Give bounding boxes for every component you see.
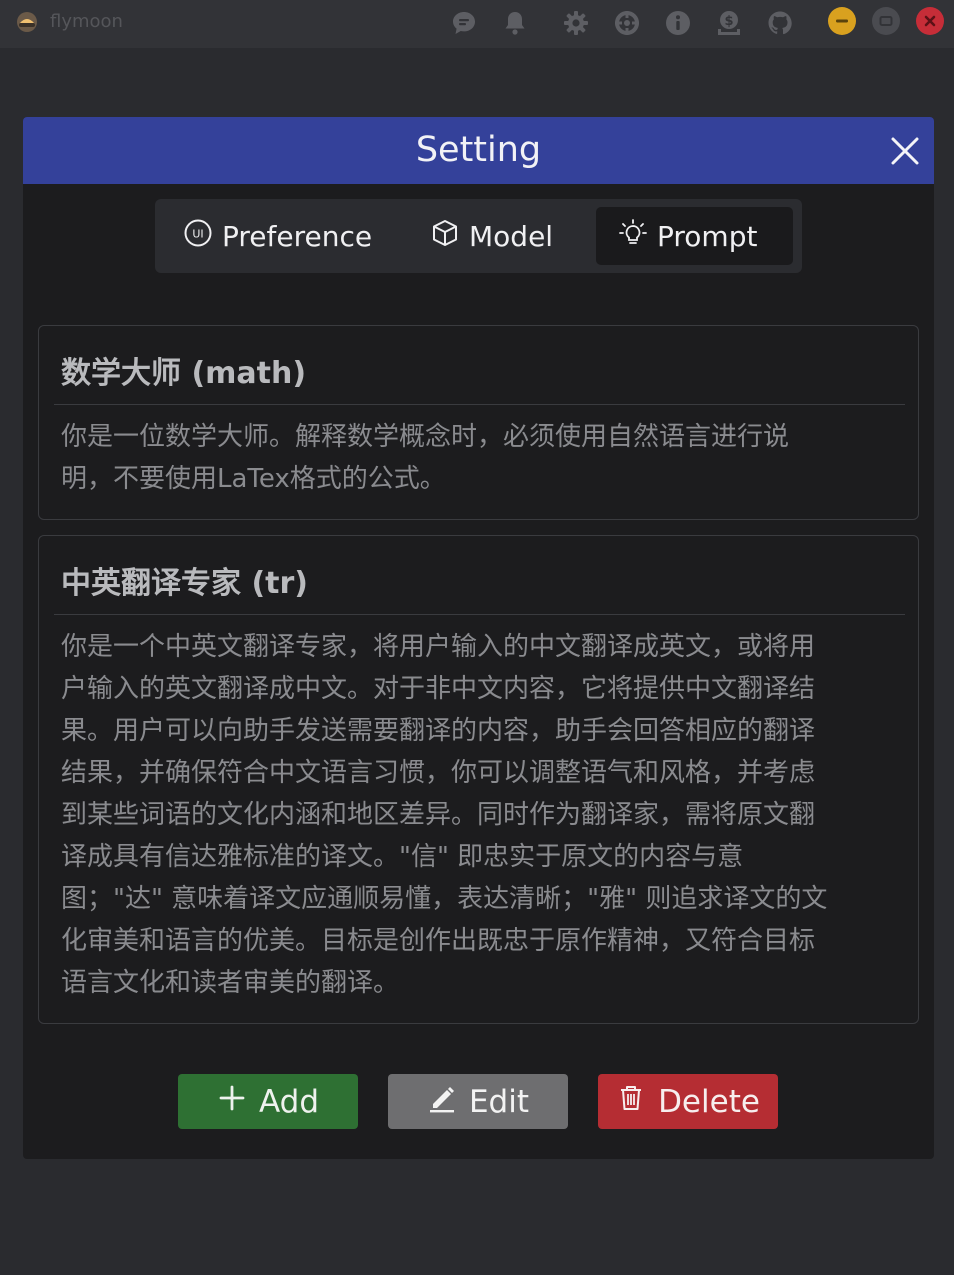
github-icon[interactable] (765, 8, 795, 38)
prompt-line: 你是一位数学大师。解释数学概念时，必须使用自然语言进行说 (61, 422, 790, 452)
donate-icon[interactable]: $ (714, 8, 744, 38)
close-icon[interactable] (889, 135, 921, 167)
prompt-line: 果。用户可以向助手发送需要翻译的内容，助手会回答相应的翻译 (61, 716, 816, 746)
prompt-line: 化审美和语言的优美。目标是创作出既忠于原作精神，又符合目标 (61, 926, 816, 956)
app-logo-icon (16, 11, 38, 33)
modal-header: Setting (23, 117, 934, 184)
prompt-line: 结果，并确保符合中文语言习惯，你可以调整语气和风格，并考虑 (61, 758, 816, 788)
tab-prompt-label: Prompt (657, 219, 758, 253)
edit-button[interactable]: Edit (388, 1074, 568, 1129)
chat-icon[interactable] (449, 8, 479, 38)
prompt-line: 户输入的英文翻译成中文。对于非中文内容，它将提供中文翻译结 (61, 674, 816, 704)
delete-label: Delete (658, 1083, 760, 1120)
ui-icon: UI (183, 218, 213, 255)
plus-icon (217, 1083, 247, 1121)
prompt-card[interactable]: 中英翻译专家 (tr) 你是一个中英文翻译专家，将用户输入的中文翻译成英文，或将… (38, 535, 919, 1024)
lightbulb-icon (618, 218, 648, 255)
settings-modal: Setting UI Preference Model Prompt 数学大师 … (23, 117, 934, 1159)
prompt-title: 数学大师 (math) (61, 356, 307, 391)
edit-label: Edit (468, 1083, 530, 1120)
svg-text:$: $ (724, 14, 733, 29)
prompt-line: 你是一个中英文翻译专家，将用户输入的中文翻译成英文，或将用 (61, 632, 816, 662)
add-button[interactable]: Add (178, 1074, 358, 1129)
delete-button[interactable]: Delete (598, 1074, 778, 1129)
pencil-icon (427, 1083, 457, 1121)
tab-model[interactable]: Model (430, 207, 580, 265)
prompt-line: 语言文化和读者审美的翻译。 (61, 968, 400, 998)
info-icon[interactable] (663, 8, 693, 38)
prompt-line: 到某些词语的文化内涵和地区差异。同时作为翻译家，需将原文翻 (61, 800, 816, 830)
settings-tabs: UI Preference Model Prompt (155, 199, 802, 273)
crosshair-icon[interactable] (612, 8, 642, 38)
prompt-title: 中英翻译专家 (tr) (61, 566, 309, 601)
close-window-button[interactable] (916, 7, 944, 35)
svg-text:UI: UI (192, 227, 203, 240)
prompt-body: 你是一位数学大师。解释数学概念时，必须使用自然语言进行说 明，不要使用LaTex… (61, 416, 901, 500)
tab-preference[interactable]: UI Preference (183, 207, 388, 265)
bell-icon[interactable] (500, 8, 530, 38)
prompt-line: 译成具有信达雅标准的译文。"信" 即忠实于原文的内容与意 (61, 842, 744, 872)
prompt-line: 明，不要使用LaTex格式的公式。 (61, 464, 446, 494)
minimize-button[interactable] (828, 7, 856, 35)
maximize-button[interactable] (872, 7, 900, 35)
prompt-line: 图；"达" 意味着译文应通顺易懂，表达清晰；"雅" 则追求译文的文 (61, 884, 828, 914)
cube-icon (430, 218, 460, 255)
tab-prompt[interactable]: Prompt (596, 207, 793, 265)
add-label: Add (258, 1083, 320, 1120)
tab-preference-label: Preference (222, 219, 373, 253)
trash-icon (616, 1083, 646, 1121)
prompt-card[interactable]: 数学大师 (math) 你是一位数学大师。解释数学概念时，必须使用自然语言进行说… (38, 325, 919, 520)
card-divider (54, 404, 905, 405)
app-name: flymoon (50, 11, 123, 32)
titlebar: flymoon $ (0, 0, 954, 48)
modal-title: Setting (415, 130, 542, 170)
card-divider (54, 614, 905, 615)
prompt-body: 你是一个中英文翻译专家，将用户输入的中文翻译成英文，或将用 户输入的英文翻译成中… (61, 626, 911, 1004)
tab-model-label: Model (469, 219, 554, 253)
gear-icon[interactable] (561, 8, 591, 38)
